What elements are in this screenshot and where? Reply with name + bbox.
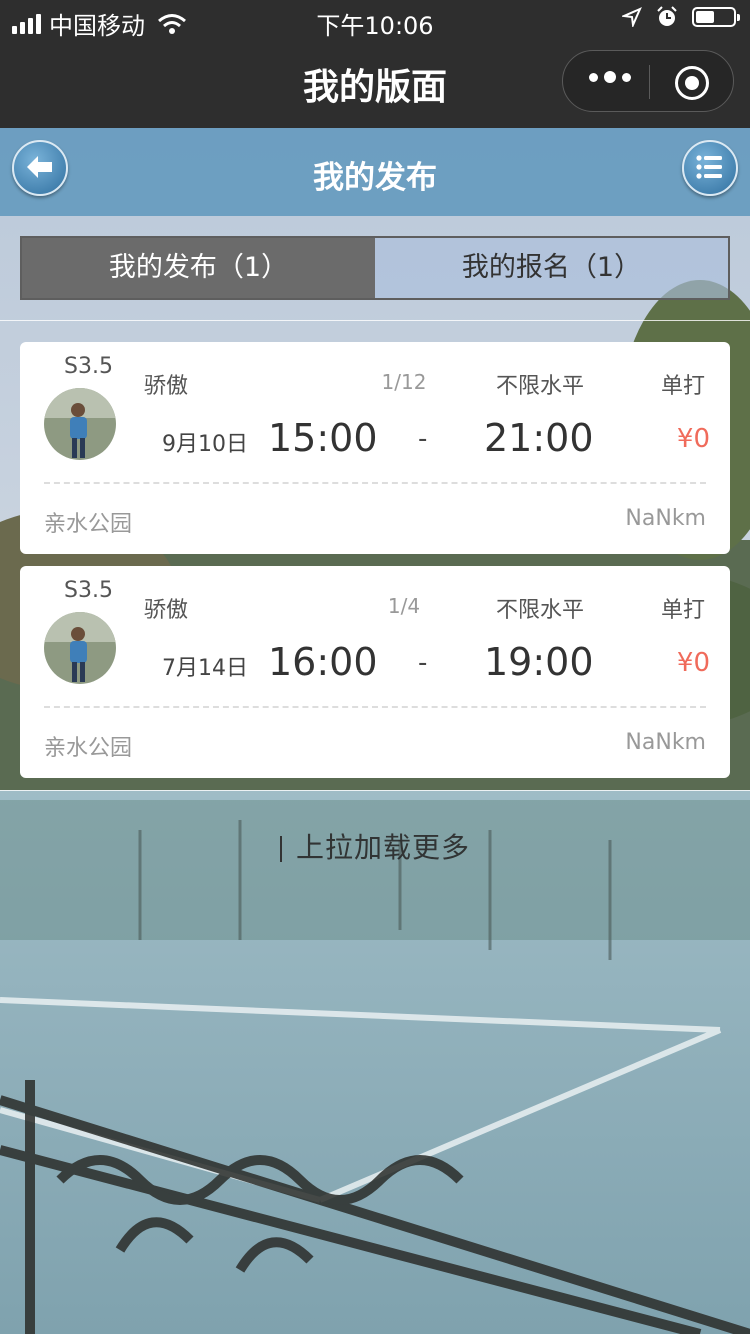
avatar (44, 612, 116, 684)
load-more-hint: 上拉加载更多 (0, 826, 750, 866)
dashed-divider (44, 482, 706, 484)
divider (0, 320, 750, 321)
tab-my-signups[interactable]: 我的报名（1） (375, 238, 728, 298)
page-title: 我的发布 (313, 160, 437, 196)
time-separator: - (418, 648, 428, 678)
player-name: 骄傲 (144, 374, 189, 399)
event-date: 9月10日 (162, 432, 248, 457)
player-level: S3.5 (64, 578, 113, 603)
end-time: 21:00 (484, 416, 594, 460)
mini-program-capsule (562, 50, 734, 112)
location-arrow-icon (622, 7, 642, 27)
dashed-divider (44, 706, 706, 708)
start-time: 15:00 (268, 416, 378, 460)
alarm-clock-icon (657, 6, 677, 26)
play-mode: 单打 (660, 598, 705, 623)
battery-icon (692, 7, 740, 27)
post-card[interactable]: S3.5 骄傲 1/12 不限水平 单打 9月10日 15:00 - 21:00… (20, 342, 730, 554)
close-target-icon[interactable] (675, 66, 709, 100)
capsule-divider (649, 65, 650, 99)
more-dots-icon[interactable] (589, 71, 631, 83)
load-more-bar-icon (279, 836, 282, 862)
list-menu-icon (696, 155, 722, 179)
tab-my-posts[interactable]: 我的发布（1） (22, 238, 375, 298)
menu-button[interactable] (682, 140, 738, 196)
end-time: 19:00 (484, 640, 594, 684)
skill-requirement: 不限水平 (496, 598, 585, 623)
status-bar: 中国移动 下午10:06 (0, 0, 750, 40)
post-card[interactable]: S3.5 骄傲 1/4 不限水平 单打 7月14日 16:00 - 19:00 … (20, 566, 730, 778)
participant-count: 1/4 (387, 594, 421, 618)
page-header: 我的发布 (0, 128, 750, 216)
divider (0, 790, 750, 791)
distance: NaNkm (625, 506, 706, 531)
start-time: 16:00 (268, 640, 378, 684)
tab-bar: 我的发布（1） 我的报名（1） (20, 236, 730, 300)
skill-requirement: 不限水平 (496, 374, 585, 399)
load-more-label: 上拉加载更多 (295, 831, 470, 864)
price: ¥0 (676, 648, 710, 678)
player-name: 骄傲 (144, 598, 189, 623)
price: ¥0 (676, 424, 710, 454)
venue: 亲水公园 (44, 736, 133, 761)
venue: 亲水公园 (44, 512, 133, 537)
avatar (44, 388, 116, 460)
distance: NaNkm (625, 730, 706, 755)
event-date: 7月14日 (162, 656, 248, 681)
play-mode: 单打 (660, 374, 705, 399)
nav-bar: 我的版面 (0, 40, 750, 128)
time-separator: - (418, 424, 428, 454)
participant-count: 1/12 (381, 370, 427, 394)
player-level: S3.5 (64, 354, 113, 379)
